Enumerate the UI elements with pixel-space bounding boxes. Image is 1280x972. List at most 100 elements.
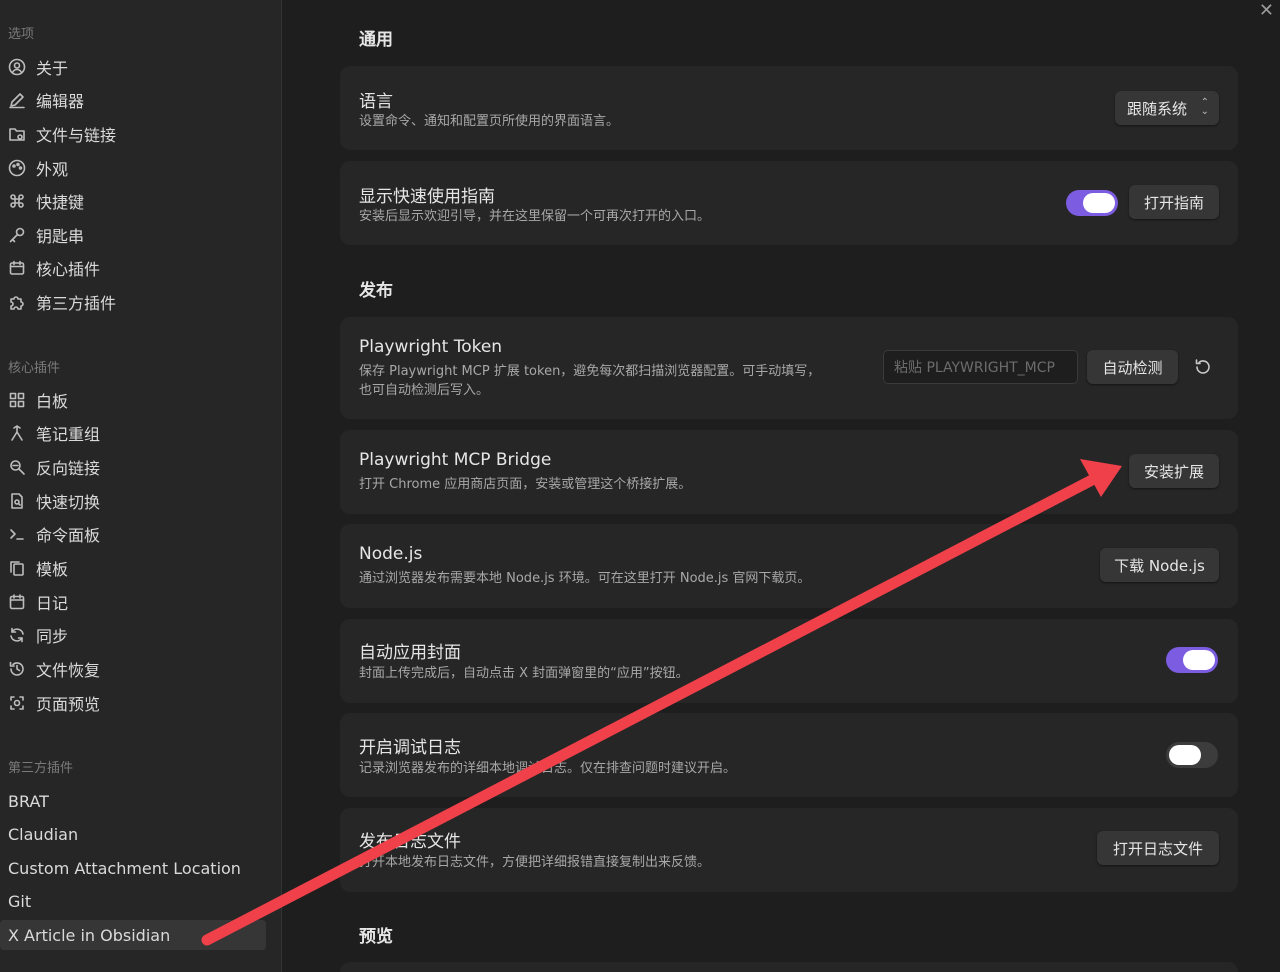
setting-playwright-bridge: Playwright MCP Bridge 打开 Chrome 应用商店页面，安… — [340, 430, 1238, 514]
setting-description-line2: 也可自动检测后写入。 — [359, 383, 490, 398]
setting-description: 保存 Playwright MCP 扩展 token，避免每次都扫描浏览器配置。… — [359, 364, 821, 379]
toggle-knob — [1083, 193, 1115, 213]
setting-playwright-token: Playwright Token 保存 Playwright MCP 扩展 to… — [340, 317, 1238, 419]
install-extension-button[interactable]: 安装扩展 — [1129, 454, 1219, 488]
guide-toggle[interactable] — [1066, 190, 1118, 216]
calendar-plugin-icon — [8, 259, 26, 277]
open-guide-button[interactable]: 打开指南 — [1129, 185, 1219, 219]
setting-name: 显示快速使用指南 — [359, 187, 495, 207]
sidebar-item-label: 命令面板 — [36, 526, 101, 545]
section-title-publish: 发布 — [359, 281, 393, 301]
sidebar-item-claudian[interactable]: Claudian — [0, 819, 266, 849]
sidebar-item-templates[interactable]: 模板 — [0, 553, 266, 583]
sidebar-item-label: 关于 — [36, 59, 69, 78]
setting-description: 打开本地发布日志文件，方便把详细报错直接复制出来反馈。 — [359, 855, 711, 870]
sidebar-item-sync[interactable]: 同步 — [0, 620, 266, 650]
setting-description: 封面上传完成后，自动点击 X 封面弹窗里的“应用”按钮。 — [359, 666, 689, 681]
sidebar-item-label: 反向链接 — [36, 459, 101, 478]
sidebar-item-command-palette[interactable]: 命令面板 — [0, 519, 266, 549]
setting-language: 语言 设置命令、通知和配置页所使用的界面语言。 跟随系统 ⌃ ⌄ — [340, 66, 1238, 150]
puzzle-icon — [8, 293, 26, 311]
sidebar-item-quick-switcher[interactable]: 快速切换 — [0, 486, 266, 516]
sidebar-heading-core: 核心插件 — [8, 361, 61, 376]
select-value: 跟随系统 — [1127, 99, 1188, 118]
sidebar-item-community-plugins[interactable]: 第三方插件 — [0, 287, 266, 317]
setting-name: Playwright Token — [359, 337, 503, 357]
setting-description: 通过浏览器发布需要本地 Node.js 环境。可在这里打开 Node.js 官网… — [359, 571, 811, 586]
setting-auto-apply-cover: 自动应用封面 封面上传完成后，自动点击 X 封面弹窗里的“应用”按钮。 — [340, 619, 1238, 703]
token-input[interactable]: 粘贴 PLAYWRIGHT_MCP — [883, 350, 1078, 384]
sidebar-item-hotkeys[interactable]: 快捷键 — [0, 186, 266, 216]
setting-quick-guide: 显示快速使用指南 安装后显示欢迎引导，并在这里保留一个可再次打开的入口。 打开指… — [340, 161, 1238, 245]
setting-name: 自动应用封面 — [359, 643, 461, 663]
sidebar-item-keychain[interactable]: 钥匙串 — [0, 220, 266, 250]
history-icon — [8, 660, 26, 678]
sidebar-item-label: 白板 — [36, 392, 69, 411]
auto-cover-toggle[interactable] — [1166, 647, 1218, 673]
download-nodejs-button[interactable]: 下载 Node.js — [1100, 548, 1219, 582]
grid-icon — [8, 391, 26, 409]
settings-content: ✕ 通用 语言 设置命令、通知和配置页所使用的界面语言。 跟随系统 ⌃ ⌄ 显示快… — [283, 0, 1280, 972]
sidebar-item-files-links[interactable]: 文件与链接 — [0, 119, 266, 149]
sidebar-item-label: 文件与链接 — [36, 126, 117, 145]
user-circle-icon — [8, 58, 26, 76]
sidebar-item-label: X Article in Obsidian — [8, 925, 171, 945]
sidebar-item-label: 钥匙串 — [36, 227, 85, 246]
sidebar-item-custom-attachment-location[interactable]: Custom Attachment Location — [0, 853, 266, 883]
sidebar-item-about[interactable]: 关于 — [0, 52, 266, 82]
pencil-icon — [8, 91, 26, 109]
sidebar-item-editor[interactable]: 编辑器 — [0, 85, 266, 115]
settings-sidebar: 选项 关于 编辑器 文件与链接 外观 快捷键 钥匙串 核心插件 第三方插件 核心… — [0, 0, 282, 972]
reset-icon[interactable] — [1193, 357, 1213, 377]
open-log-file-button[interactable]: 打开日志文件 — [1097, 831, 1219, 865]
sidebar-item-file-recovery[interactable]: 文件恢复 — [0, 654, 266, 684]
language-select[interactable]: 跟随系统 ⌃ ⌄ — [1115, 91, 1219, 125]
sidebar-item-daily-notes[interactable]: 日记 — [0, 587, 266, 617]
sidebar-item-note-composer[interactable]: 笔记重组 — [0, 418, 266, 448]
setting-nodejs: Node.js 通过浏览器发布需要本地 Node.js 环境。可在这里打开 No… — [340, 524, 1238, 608]
sidebar-item-label: Git — [8, 891, 32, 911]
sidebar-item-label: 核心插件 — [36, 260, 101, 279]
copy-icon — [8, 559, 26, 577]
setting-description: 打开 Chrome 应用商店页面，安装或管理这个桥接扩展。 — [359, 477, 692, 492]
setting-publish-log-file: 发布日志文件 打开本地发布日志文件，方便把详细报错直接复制出来反馈。 打开日志文… — [340, 808, 1238, 892]
setting-description: 设置命令、通知和配置页所使用的界面语言。 — [359, 114, 620, 129]
toggle-knob — [1183, 650, 1215, 670]
close-icon[interactable]: ✕ — [1259, 0, 1274, 21]
sidebar-item-canvas[interactable]: 白板 — [0, 385, 266, 415]
sidebar-item-git[interactable]: Git — [0, 886, 266, 916]
sidebar-item-x-article-in-obsidian[interactable]: X Article in Obsidian — [0, 920, 266, 950]
command-icon — [8, 192, 26, 210]
section-title-general: 通用 — [359, 30, 393, 50]
sidebar-item-core-plugins[interactable]: 核心插件 — [0, 253, 266, 283]
sidebar-item-label: 第三方插件 — [36, 294, 117, 313]
merge-icon — [8, 424, 26, 442]
sidebar-item-label: 日记 — [36, 594, 69, 613]
setting-name: Playwright MCP Bridge — [359, 450, 552, 470]
calendar-icon — [8, 593, 26, 611]
sidebar-item-brat[interactable]: BRAT — [0, 786, 266, 816]
toggle-knob — [1169, 745, 1201, 765]
chevron-updown-icon: ⌃ ⌄ — [1200, 97, 1209, 117]
search-link-icon — [8, 458, 26, 476]
sidebar-item-page-preview[interactable]: 页面预览 — [0, 688, 266, 718]
sidebar-item-label: 模板 — [36, 560, 69, 579]
section-title-preview: 预览 — [359, 927, 393, 947]
setting-name: Node.js — [359, 544, 423, 564]
setting-name: 开启调试日志 — [359, 738, 461, 758]
sidebar-item-label: Custom Attachment Location — [8, 858, 241, 878]
refresh-icon — [8, 626, 26, 644]
sidebar-item-label: 编辑器 — [36, 92, 85, 111]
debug-log-toggle[interactable] — [1166, 742, 1218, 768]
sidebar-item-label: 快捷键 — [36, 193, 85, 212]
sidebar-item-label: Claudian — [8, 824, 79, 844]
folder-icon — [8, 125, 26, 143]
sidebar-item-label: 同步 — [36, 627, 69, 646]
sidebar-item-appearance[interactable]: 外观 — [0, 153, 266, 183]
eye-icon — [8, 694, 26, 712]
setting-name: 发布日志文件 — [359, 832, 461, 852]
sidebar-item-label: 页面预览 — [36, 695, 101, 714]
auto-detect-button[interactable]: 自动检测 — [1087, 350, 1178, 384]
sidebar-item-backlinks[interactable]: 反向链接 — [0, 452, 266, 482]
setting-description: 安装后显示欢迎引导，并在这里保留一个可再次打开的入口。 — [359, 209, 711, 224]
